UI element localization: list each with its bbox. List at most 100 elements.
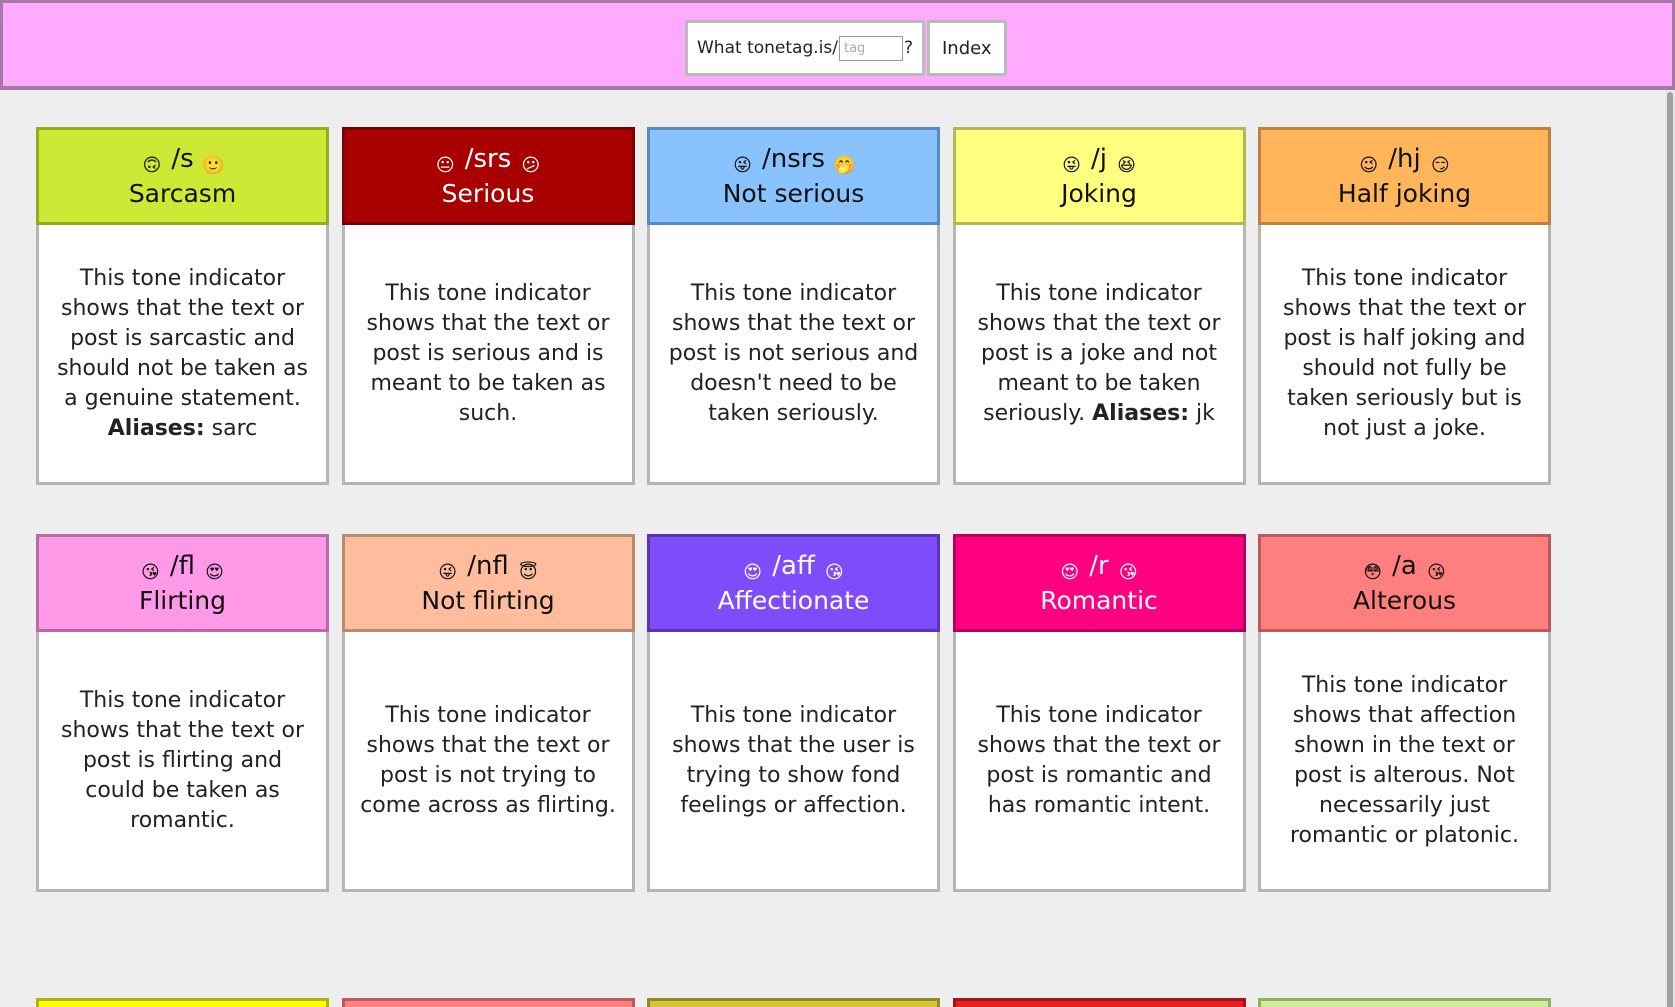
- card-tagline: 😜 /nsrs 🤭: [650, 142, 937, 179]
- card-tag: /fl: [169, 551, 196, 581]
- card-tag: /nfl: [467, 551, 509, 581]
- tone-tag-card[interactable]: 🙃 /s 🙂 Sarcasm This tone indicator shows tha…: [36, 127, 329, 485]
- smirking-face-icon: 😏: [1430, 155, 1450, 176]
- face-blowing-kiss-icon: 😘: [824, 562, 844, 583]
- face-blowing-kiss-icon: 😘: [1426, 562, 1446, 583]
- card-description-text: This tone indicator shows that the text …: [61, 687, 304, 833]
- scrollbar-thumb[interactable]: [1667, 92, 1673, 1007]
- card-header: 😍 /aff 😘 Affectionate: [647, 534, 940, 632]
- tag-lookup-box: What tonetag.is/ ?: [685, 20, 925, 76]
- winking-face-icon: 😉: [1359, 155, 1379, 176]
- card-description-text: This tone indicator shows that the text …: [977, 702, 1221, 818]
- card-title: Sarcasm: [128, 179, 237, 208]
- confused-face-icon: 😕: [521, 155, 541, 176]
- neutral-face-icon: 😐: [435, 155, 455, 176]
- card-description: This tone indicator shows that the text …: [1261, 225, 1548, 482]
- tone-tag-card-partial[interactable]: [36, 998, 329, 1007]
- card-description-text: This tone indicator shows that the text …: [1283, 265, 1526, 441]
- card-tag: /hj: [1388, 144, 1421, 174]
- smiling-face-with-halo-icon: 😇: [518, 562, 538, 583]
- card-tagline: 😘 /fl 😍: [39, 549, 326, 586]
- card-header: 🙃 /s 🙂 Sarcasm: [36, 127, 329, 225]
- card-tagline: 😳 /a 😘: [1261, 549, 1548, 586]
- card-tag: /r: [1089, 551, 1109, 581]
- alias-value: sarc: [211, 415, 258, 441]
- heart-eyes-face-icon: 😍: [743, 562, 763, 583]
- card-tag: /aff: [772, 551, 815, 581]
- card-tagline: 😍 /r 😘: [956, 549, 1243, 586]
- card-description: This tone indicator shows that the text …: [39, 225, 326, 482]
- card-tag: /srs: [464, 144, 512, 174]
- alias-value: jk: [1196, 400, 1215, 426]
- winking-tongue-face-icon: 😜: [438, 562, 458, 583]
- tone-tag-card[interactable]: 😍 /aff 😘 Affectionate This tone indicator sh…: [647, 534, 940, 892]
- tone-tag-card-partial[interactable]: [341, 998, 635, 1007]
- tone-tag-card[interactable]: 😜 /nsrs 🤭 Not serious This tone indicator sh…: [647, 127, 940, 485]
- winking-tongue-face-icon: 😜: [1062, 155, 1081, 176]
- card-description-text: This tone indicator shows that the user …: [672, 702, 915, 818]
- card-description: This tone indicator shows that the text …: [650, 225, 937, 482]
- winking-tongue-face-icon: 😜: [733, 155, 752, 176]
- card-header: 😐 /srs 😕 Serious: [341, 127, 635, 225]
- card-tag: /nsrs: [761, 144, 826, 174]
- tone-tag-card-partial[interactable]: [647, 998, 940, 1007]
- card-description: This tone indicator shows that affection…: [1261, 632, 1548, 889]
- tone-tag-card[interactable]: 😘 /fl 😍 Flirting This tone indicator shows t…: [36, 534, 329, 892]
- face-blowing-kiss-icon: 😘: [1118, 562, 1138, 583]
- tone-tag-card[interactable]: 😳 /a 😘 Alterous This tone indicator shows th…: [1258, 534, 1551, 892]
- tone-tag-card-partial[interactable]: [952, 998, 1246, 1007]
- index-button[interactable]: Index: [927, 20, 1007, 76]
- face-blowing-kiss-icon: 😘: [141, 562, 160, 583]
- card-description-text: This tone indicator shows that the text …: [366, 280, 610, 426]
- tone-tag-card[interactable]: 😐 /srs 😕 Serious This tone indicator shows t…: [341, 127, 635, 485]
- card-tag: /s: [171, 144, 194, 174]
- scrollbar[interactable]: [1665, 90, 1675, 1007]
- tone-tag-card[interactable]: 😜 /j 😆 Joking This tone indicator shows that…: [952, 127, 1246, 485]
- card-tag: /j: [1091, 144, 1107, 174]
- card-header: 😜 /j 😆 Joking: [952, 127, 1246, 225]
- card-description: This tone indicator shows that the text …: [345, 225, 632, 482]
- tag-input[interactable]: [838, 35, 903, 61]
- card-title: Affectionate: [717, 586, 870, 615]
- card-title: Serious: [441, 179, 535, 208]
- tag-search-bar: What tonetag.is/ ? Index: [685, 20, 1007, 76]
- card-header: 😉 /hj 😏 Half joking: [1258, 127, 1551, 225]
- card-tagline: 🙃 /s 🙂: [39, 142, 326, 179]
- hand-over-mouth-face-icon: 🤭: [833, 155, 856, 176]
- card-description-text: This tone indicator shows that affection…: [1290, 672, 1519, 848]
- card-description: This tone indicator shows that the text …: [39, 632, 326, 889]
- card-tagline: 😍 /aff 😘: [650, 549, 937, 586]
- card-description-text: This tone indicator shows that the text …: [668, 280, 919, 426]
- card-tagline: 😐 /srs 😕: [345, 142, 632, 179]
- tone-tag-card[interactable]: 😉 /hj 😏 Half joking This tone indicator show…: [1258, 127, 1551, 485]
- card-tagline: 😜 /j 😆: [956, 142, 1243, 179]
- tag-lookup-suffix: ?: [903, 38, 913, 58]
- card-header: 😍 /r 😘 Romantic: [952, 534, 1246, 632]
- tone-tag-card-partial[interactable]: [1258, 998, 1551, 1007]
- card-description: This tone indicator shows that the text …: [956, 632, 1243, 889]
- card-description: This tone indicator shows that the user …: [650, 632, 937, 889]
- card-description-text: This tone indicator shows that the text …: [57, 265, 308, 411]
- card-title: Joking: [1061, 179, 1137, 208]
- card-description-text: This tone indicator shows that the text …: [360, 702, 616, 818]
- upside-down-face-icon: 🙃: [142, 155, 162, 176]
- card-description: This tone indicator shows that the text …: [345, 632, 632, 889]
- alias-label: Aliases:: [1092, 400, 1190, 426]
- card-title: Romantic: [1040, 586, 1158, 615]
- card-tag: /a: [1392, 551, 1417, 581]
- card-title: Not flirting: [421, 586, 555, 615]
- flushed-face-icon: 😳: [1363, 562, 1383, 583]
- heart-eyes-face-icon: 😍: [1060, 562, 1080, 583]
- card-title: Flirting: [138, 586, 226, 615]
- top-bar: What tonetag.is/ ? Index: [0, 0, 1675, 90]
- grinning-squinting-face-icon: 😆: [1117, 155, 1136, 176]
- tone-tag-card[interactable]: 😍 /r 😘 Romantic This tone indicator shows th…: [952, 534, 1246, 892]
- heart-eyes-face-icon: 😍: [205, 562, 224, 583]
- card-tagline: 😉 /hj 😏: [1261, 142, 1548, 179]
- slightly-smiling-face-icon: 🙂: [201, 155, 225, 176]
- card-header: 😜 /nsrs 🤭 Not serious: [647, 127, 940, 225]
- card-tagline: 😜 /nfl 😇: [345, 549, 632, 586]
- card-description: This tone indicator shows that the text …: [956, 225, 1243, 482]
- tone-tag-card[interactable]: 😜 /nfl 😇 Not flirting This tone indicator sh…: [341, 534, 635, 892]
- card-header: 😘 /fl 😍 Flirting: [36, 534, 329, 632]
